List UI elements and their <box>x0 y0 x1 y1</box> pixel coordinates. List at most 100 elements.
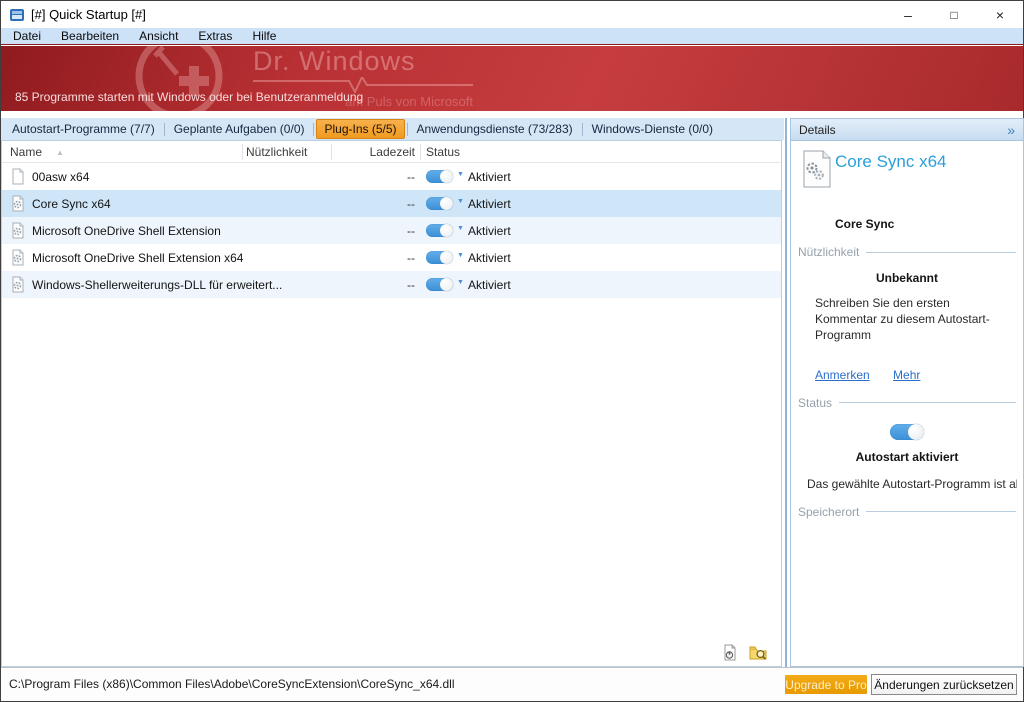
file-path: C:\Program Files (x86)\Common Files\Adob… <box>9 677 455 691</box>
row-name: Core Sync x64 <box>32 197 111 211</box>
toggle-dropdown-icon[interactable]: ▼ <box>457 171 464 178</box>
list-region: Autostart-Programme (7/7)Geplante Aufgab… <box>1 111 784 667</box>
status-bar: C:\Program Files (x86)\Common Files\Adob… <box>1 667 1023 701</box>
tab-1[interactable]: Geplante Aufgaben (0/0) <box>167 119 312 139</box>
app-icon <box>9 7 25 23</box>
autostart-status-description: Das gewählte Autostart-Programm ist akti… <box>807 477 1017 491</box>
column-separator <box>420 144 421 160</box>
gear-file-icon <box>10 195 26 212</box>
startup-count-message: 85 Programme starten mit Windows oder be… <box>15 90 363 104</box>
menu-item-ansicht[interactable]: Ansicht <box>129 29 188 43</box>
table-footer <box>2 640 781 666</box>
details-header: Details » <box>791 119 1023 141</box>
toggle-dropdown-icon[interactable]: ▼ <box>457 279 464 286</box>
section-status: Status <box>798 396 1016 410</box>
title-bar: [#] Quick Startup [#] – □ × <box>1 1 1023 28</box>
tab-separator <box>407 123 408 136</box>
table-body: 00asw x64 -- ▼ Aktiviert Core Sync x64 -- ▼ Akt… <box>2 163 781 298</box>
row-name: Windows-Shellerweiterungs-DLL für erweit… <box>32 278 282 292</box>
main-content: Autostart-Programme (7/7)Geplante Aufgab… <box>1 111 1023 667</box>
open-file-location-icon[interactable] <box>749 644 767 662</box>
tab-4[interactable]: Windows-Dienste (0/0) <box>585 119 720 139</box>
status-toggle[interactable] <box>426 278 453 291</box>
autostart-status-title: Autostart aktiviert <box>791 450 1023 464</box>
column-header-name[interactable]: Name▲ <box>10 145 64 159</box>
collapse-panel-icon[interactable]: » <box>1007 122 1015 138</box>
tab-2[interactable]: Plug-Ins (5/5) <box>316 119 404 139</box>
status-toggle[interactable] <box>426 251 453 264</box>
plain-file-icon <box>10 168 26 185</box>
column-header-usefulness[interactable]: Nützlichkeit <box>246 145 307 159</box>
minimize-button[interactable]: – <box>885 1 931 28</box>
row-name: Microsoft OneDrive Shell Extension <box>32 224 221 238</box>
annotate-link[interactable]: Anmerken <box>815 368 870 382</box>
tab-3[interactable]: Anwendungsdienste (73/283) <box>410 119 580 139</box>
jump-to-entry-icon[interactable] <box>721 644 739 662</box>
gear-file-icon <box>10 249 26 266</box>
details-subtitle: Core Sync <box>835 217 1023 231</box>
header-banner: Dr. Windows am Puls von Microsoft 85 Pro… <box>1 46 1023 111</box>
details-top: Core Sync x64 <box>791 141 1023 201</box>
maximize-button[interactable]: □ <box>931 1 977 28</box>
details-title: Core Sync x64 <box>835 152 947 172</box>
startup-table: Name▲ Nützlichkeit Ladezeit Status 00asw… <box>1 140 782 667</box>
row-load-time: -- <box>332 197 415 211</box>
gear-file-icon <box>10 222 26 239</box>
row-status: Aktiviert <box>468 251 511 265</box>
panel-divider[interactable] <box>785 118 787 667</box>
sort-ascending-icon: ▲ <box>56 148 64 157</box>
table-header: Name▲ Nützlichkeit Ladezeit Status <box>2 141 781 163</box>
menu-item-hilfe[interactable]: Hilfe <box>242 29 286 43</box>
tab-bar: Autostart-Programme (7/7)Geplante Aufgab… <box>1 118 784 140</box>
column-separator <box>331 144 332 160</box>
comment-prompt: Schreiben Sie den ersten Kommentar zu di… <box>815 295 1009 344</box>
menu-item-bearbeiten[interactable]: Bearbeiten <box>51 29 129 43</box>
tab-separator <box>164 123 165 136</box>
table-row[interactable]: 00asw x64--▼Aktiviert <box>2 163 781 190</box>
toggle-dropdown-icon[interactable]: ▼ <box>457 225 464 232</box>
close-button[interactable]: × <box>977 1 1023 28</box>
details-panel: Details » Core Sync x64 Core Sync Nützli… <box>790 118 1024 667</box>
row-status: Aktiviert <box>468 224 511 238</box>
details-header-label: Details <box>799 123 836 137</box>
table-row[interactable]: Windows-Shellerweiterungs-DLL für erweit… <box>2 271 781 298</box>
window-title: [#] Quick Startup [#] <box>31 7 146 22</box>
menu-item-datei[interactable]: Datei <box>3 29 51 43</box>
row-name: 00asw x64 <box>32 170 89 184</box>
brand-text: Dr. Windows <box>253 46 416 76</box>
tab-separator <box>582 123 583 136</box>
section-usefulness: Nützlichkeit <box>798 245 1016 259</box>
column-header-loadtime[interactable]: Ladezeit <box>332 145 415 159</box>
gear-file-icon <box>10 276 26 293</box>
dll-file-large-icon <box>802 150 832 188</box>
status-toggle[interactable] <box>426 224 453 237</box>
tab-0[interactable]: Autostart-Programme (7/7) <box>5 119 162 139</box>
section-location: Speicherort <box>798 505 1016 519</box>
reset-changes-button[interactable]: Änderungen zurücksetzen <box>871 674 1017 695</box>
row-status: Aktiviert <box>468 197 511 211</box>
toggle-dropdown-icon[interactable]: ▼ <box>457 252 464 259</box>
column-header-status[interactable]: Status <box>426 145 460 159</box>
app-window: [#] Quick Startup [#] – □ × DateiBearbei… <box>0 0 1024 702</box>
upgrade-to-pro-button[interactable]: Upgrade to Pro <box>785 675 867 694</box>
toggle-dropdown-icon[interactable]: ▼ <box>457 198 464 205</box>
autostart-toggle[interactable] <box>890 424 924 440</box>
row-status: Aktiviert <box>468 170 511 184</box>
row-load-time: -- <box>332 278 415 292</box>
row-load-time: -- <box>332 224 415 238</box>
window-controls: – □ × <box>885 1 1023 28</box>
table-row[interactable]: Microsoft OneDrive Shell Extension x64--… <box>2 244 781 271</box>
status-toggle[interactable] <box>426 170 453 183</box>
usefulness-rating: Unbekannt <box>791 271 1023 285</box>
comment-links: Anmerken Mehr <box>815 368 1023 382</box>
row-status: Aktiviert <box>468 278 511 292</box>
menu-bar: DateiBearbeitenAnsichtExtrasHilfe <box>1 28 1023 45</box>
row-load-time: -- <box>332 251 415 265</box>
table-row[interactable]: Microsoft OneDrive Shell Extension -- ▼ Akt… <box>2 217 781 244</box>
table-row[interactable]: Core Sync x64 -- ▼ Aktiviert <box>2 190 781 217</box>
column-separator <box>242 144 243 160</box>
more-link[interactable]: Mehr <box>893 368 920 382</box>
tab-separator <box>313 123 314 136</box>
menu-item-extras[interactable]: Extras <box>188 29 242 43</box>
status-toggle[interactable] <box>426 197 453 210</box>
